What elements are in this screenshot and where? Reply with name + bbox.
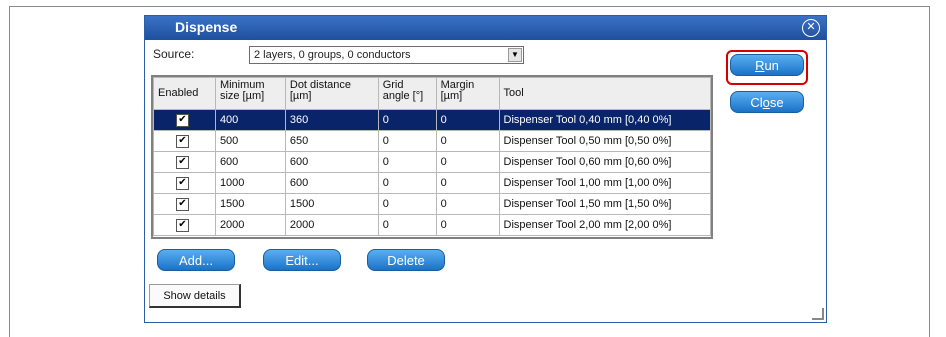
dispense-dialog: Dispense ✕ Source: 2 layers, 0 groups, 0… <box>144 15 827 323</box>
grid-angle-cell[interactable]: 0 <box>377 214 437 236</box>
grid-angle-cell[interactable]: 0 <box>377 193 437 215</box>
tool-cell[interactable]: Dispenser Tool 2,00 mm [2,00 0%] <box>498 214 712 236</box>
column-header[interactable]: Tool <box>498 77 712 110</box>
add-button[interactable]: Add... <box>157 249 235 271</box>
grid-angle-cell[interactable]: 0 <box>377 151 437 173</box>
margin-cell[interactable]: 0 <box>435 130 500 152</box>
grid-angle-cell[interactable]: 0 <box>377 109 437 131</box>
enabled-checkbox[interactable]: ✔ <box>176 198 189 211</box>
tool-cell[interactable]: Dispenser Tool 0,40 mm [0,40 0%] <box>498 109 712 131</box>
min-size-cell[interactable]: 2000 <box>214 214 286 236</box>
table-row[interactable]: ✔ 1000 600 0 0 Dispenser Tool 1,00 mm [1… <box>153 172 712 194</box>
column-header[interactable]: Grid angle [°] <box>377 77 437 110</box>
table-row[interactable]: ✔ 1500 1500 0 0 Dispenser Tool 1,50 mm [… <box>153 193 712 215</box>
dot-distance-cell[interactable]: 1500 <box>284 193 379 215</box>
tool-grid: Enabled Minimum size [µm] Dot distance [µm… <box>151 75 713 239</box>
chevron-down-icon[interactable]: ▼ <box>508 48 522 62</box>
resize-grip-icon[interactable] <box>812 308 824 320</box>
dialog-title: Dispense <box>175 19 238 35</box>
dot-distance-cell[interactable]: 360 <box>284 109 379 131</box>
tool-cell[interactable]: Dispenser Tool 0,50 mm [0,50 0%] <box>498 130 712 152</box>
table-row[interactable]: ✔ 600 600 0 0 Dispenser Tool 0,60 mm [0,… <box>153 151 712 173</box>
min-size-cell[interactable]: 500 <box>214 130 286 152</box>
close-button[interactable]: Close <box>730 91 804 113</box>
margin-cell[interactable]: 0 <box>435 214 500 236</box>
column-header[interactable]: Margin [µm] <box>435 77 500 110</box>
dot-distance-cell[interactable]: 2000 <box>284 214 379 236</box>
run-button[interactable]: Run <box>730 54 804 76</box>
column-header[interactable]: Minimum size [µm] <box>214 77 286 110</box>
tool-table: Enabled Minimum size [µm] Dot distance [µm… <box>153 77 712 236</box>
source-label: Source: <box>153 47 195 61</box>
margin-cell[interactable]: 0 <box>435 172 500 194</box>
delete-button[interactable]: Delete <box>367 249 445 271</box>
table-row[interactable]: ✔ 400 360 0 0 Dispenser Tool 0,40 mm [0,… <box>153 109 712 131</box>
dot-distance-cell[interactable]: 600 <box>284 172 379 194</box>
enabled-checkbox[interactable]: ✔ <box>176 156 189 169</box>
min-size-cell[interactable]: 400 <box>214 109 286 131</box>
tool-cell[interactable]: Dispenser Tool 1,50 mm [1,50 0%] <box>498 193 712 215</box>
edit-button[interactable]: Edit... <box>263 249 341 271</box>
enabled-checkbox[interactable]: ✔ <box>176 135 189 148</box>
tool-cell[interactable]: Dispenser Tool 1,00 mm [1,00 0%] <box>498 172 712 194</box>
min-size-cell[interactable]: 600 <box>214 151 286 173</box>
enabled-checkbox[interactable]: ✔ <box>176 177 189 190</box>
tool-cell[interactable]: Dispenser Tool 0,60 mm [0,60 0%] <box>498 151 712 173</box>
title-bar[interactable]: Dispense ✕ <box>145 16 826 40</box>
grid-angle-cell[interactable]: 0 <box>377 172 437 194</box>
min-size-cell[interactable]: 1000 <box>214 172 286 194</box>
show-details-button[interactable]: Show details <box>149 284 241 308</box>
dot-distance-cell[interactable]: 600 <box>284 151 379 173</box>
margin-cell[interactable]: 0 <box>435 193 500 215</box>
column-header[interactable]: Dot distance [µm] <box>284 77 379 110</box>
column-header[interactable]: Enabled <box>153 77 216 110</box>
grid-angle-cell[interactable]: 0 <box>377 130 437 152</box>
min-size-cell[interactable]: 1500 <box>214 193 286 215</box>
table-row[interactable]: ✔ 500 650 0 0 Dispenser Tool 0,50 mm [0,… <box>153 130 712 152</box>
table-header-row: Enabled Minimum size [µm] Dot distance [µm… <box>153 77 712 110</box>
source-select[interactable]: 2 layers, 0 groups, 0 conductors ▼ <box>249 46 524 64</box>
dot-distance-cell[interactable]: 650 <box>284 130 379 152</box>
table-row[interactable]: ✔ 2000 2000 0 0 Dispenser Tool 2,00 mm [… <box>153 214 712 236</box>
margin-cell[interactable]: 0 <box>435 151 500 173</box>
enabled-checkbox[interactable]: ✔ <box>176 114 189 127</box>
close-icon[interactable]: ✕ <box>802 19 820 37</box>
source-value: 2 layers, 0 groups, 0 conductors <box>254 49 411 61</box>
margin-cell[interactable]: 0 <box>435 109 500 131</box>
enabled-checkbox[interactable]: ✔ <box>176 219 189 232</box>
